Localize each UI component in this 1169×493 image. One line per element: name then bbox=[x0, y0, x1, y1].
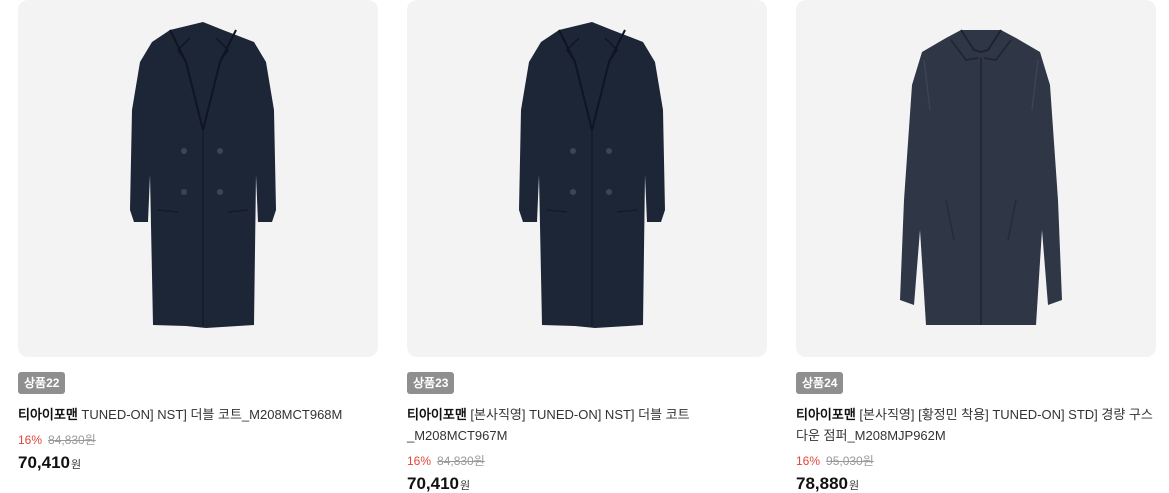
currency-unit: 원 bbox=[849, 480, 860, 492]
product-image[interactable] bbox=[796, 0, 1156, 357]
product-badge: 상품23 bbox=[407, 372, 455, 394]
product-grid: 상품22 티아이포맨 TUNED-ON] NST] 더블 코트_M208MCT9… bbox=[0, 0, 1169, 493]
currency-unit: 원 bbox=[460, 480, 471, 492]
product-card[interactable]: 상품22 티아이포맨 TUNED-ON] NST] 더블 코트_M208MCT9… bbox=[18, 0, 378, 493]
product-badge: 상품22 bbox=[18, 372, 66, 394]
discount-rate: 16% bbox=[796, 454, 821, 468]
sale-price: 70,410원 bbox=[407, 473, 470, 493]
double-breasted-coat-image bbox=[130, 22, 276, 328]
discount-rate: 16% bbox=[407, 454, 432, 468]
brand-name: 티아이포맨 bbox=[407, 407, 467, 422]
sale-price: 70,410원 bbox=[18, 452, 81, 476]
product-card[interactable]: 상품24 티아이포맨 [본사직영] [황정민 착용] TUNED-ON] STD… bbox=[796, 0, 1156, 493]
product-title[interactable]: 티아이포맨 [본사직영] TUNED-ON] NST] 더블 코트 _M208M… bbox=[407, 404, 782, 446]
product-badge: 상품24 bbox=[796, 372, 844, 394]
discount-rate: 16% bbox=[18, 433, 43, 447]
product-title[interactable]: 티아이포맨 [본사직영] [황정민 착용] TUNED-ON] STD] 경량 … bbox=[796, 404, 1169, 446]
sale-price-value: 70,410 bbox=[407, 474, 459, 493]
sale-price-value: 78,880 bbox=[796, 474, 848, 493]
price-discount-row: 16% 84,830원 bbox=[18, 432, 96, 448]
product-name-line2: _M208MCT967M bbox=[407, 428, 508, 443]
double-breasted-coat-image bbox=[519, 22, 665, 328]
product-image[interactable] bbox=[18, 0, 378, 357]
brand-name: 티아이포맨 bbox=[18, 407, 78, 422]
brand-name: 티아이포맨 bbox=[796, 407, 856, 422]
sale-price-value: 70,410 bbox=[18, 453, 70, 472]
sale-price: 78,880원 bbox=[796, 473, 859, 493]
product-card[interactable]: 상품23 티아이포맨 [본사직영] TUNED-ON] NST] 더블 코트 _… bbox=[407, 0, 767, 493]
down-jacket-coat-image bbox=[900, 29, 1062, 325]
product-name: [본사직영] [황정민 착용] TUNED-ON] STD] 경량 구스 bbox=[855, 407, 1153, 422]
original-price: 84,830원 bbox=[437, 454, 485, 468]
product-title[interactable]: 티아이포맨 TUNED-ON] NST] 더블 코트_M208MCT968M bbox=[18, 404, 393, 425]
product-name: TUNED-ON] NST] 더블 코트_M208MCT968M bbox=[77, 407, 343, 422]
original-price: 95,030원 bbox=[826, 454, 874, 468]
product-name: [본사직영] TUNED-ON] NST] 더블 코트 bbox=[466, 407, 690, 422]
price-discount-row: 16% 84,830원 bbox=[407, 453, 485, 469]
product-name-line2: 다운 점퍼_M208MJP962M bbox=[796, 428, 946, 443]
currency-unit: 원 bbox=[71, 459, 82, 471]
price-discount-row: 16% 95,030원 bbox=[796, 453, 874, 469]
original-price: 84,830원 bbox=[48, 433, 96, 447]
product-image[interactable] bbox=[407, 0, 767, 357]
